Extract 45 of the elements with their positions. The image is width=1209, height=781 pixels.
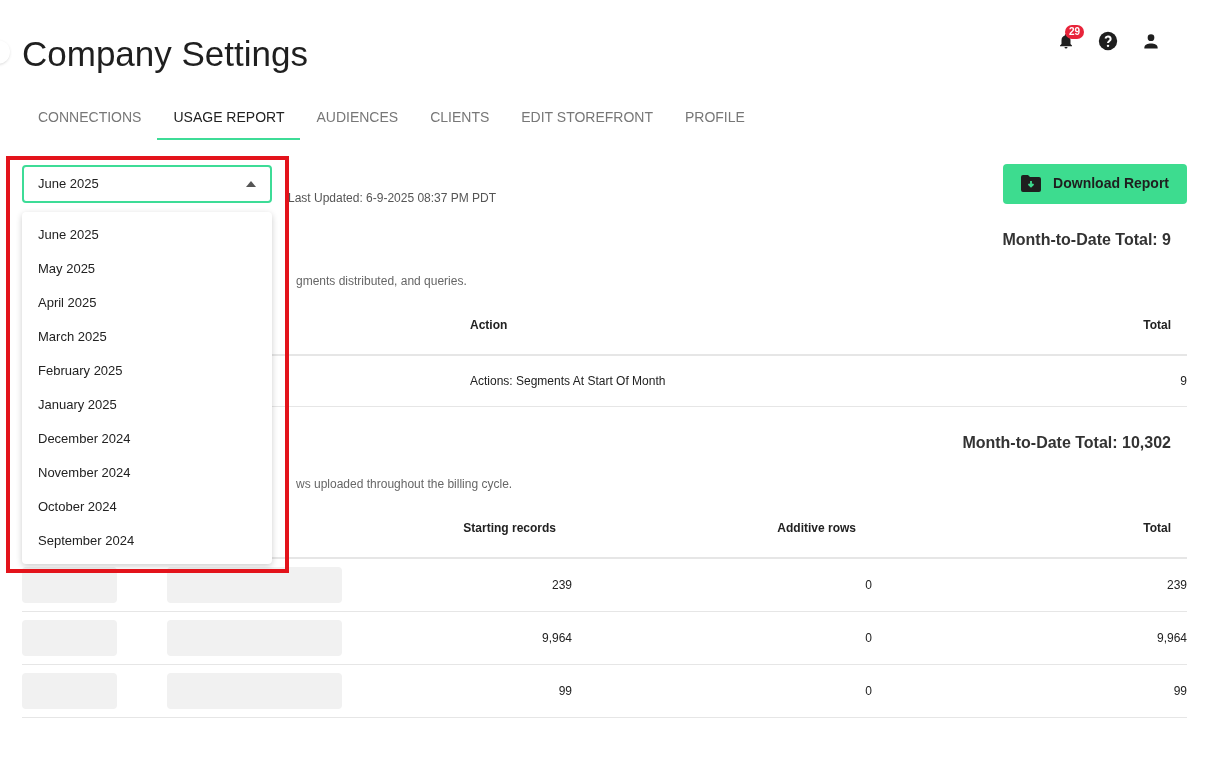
folder-download-icon [1021,175,1042,192]
table-cell: 0 [865,577,872,592]
page-title: Company Settings [22,33,308,75]
help-icon[interactable] [1097,30,1119,52]
month-option[interactable]: October 2024 [22,490,272,524]
month-option[interactable]: September 2024 [22,524,272,558]
table-cell: 0 [865,630,872,645]
column-header: Additive rows [777,520,856,535]
tab[interactable]: PROFILE [669,106,761,140]
month-to-date-total: Month-to-Date Total: 10,302 [962,432,1171,453]
download-report-button[interactable]: Download Report [1003,163,1187,204]
month-option[interactable]: June 2025 [22,218,272,252]
section-description: gments distributed, and queries. [296,273,467,288]
month-option[interactable]: March 2025 [22,320,272,354]
table-cell: 99 [1173,683,1187,698]
user-icon[interactable] [1141,31,1161,51]
month-option[interactable]: April 2025 [22,286,272,320]
tab[interactable]: CONNECTIONS [22,106,158,140]
notification-badge: 29 [1065,25,1085,39]
month-select[interactable]: June 2025 [22,164,272,203]
column-header: Starting records [463,520,556,535]
section-description: ws uploaded throughout the billing cycle. [296,476,513,491]
table-cell: Actions: Segments At Start Of Month [470,373,666,388]
month-option[interactable]: May 2025 [22,252,272,286]
month-option[interactable]: November 2024 [22,456,272,490]
table-cell: 0 [865,683,872,698]
column-header: Total [1143,317,1171,332]
table-cell: 239 [551,577,572,592]
table-cell: 239 [1166,577,1187,592]
table-cell: 9,964 [1156,630,1187,645]
month-option[interactable]: February 2025 [22,354,272,388]
caret-icon [246,180,256,187]
table-cell: 9 [1180,373,1187,388]
tab[interactable]: USAGE REPORT [157,106,301,140]
column-header: Total [1143,520,1171,535]
column-header: Action [470,317,508,332]
tab[interactable]: CLIENTS [414,106,506,140]
last-updated-text: Last Updated: 6-9-2025 08:37 PM PDT [288,189,497,207]
month-to-date-total: Month-to-Date Total: 9 [1002,229,1171,250]
tab[interactable]: AUDIENCES [300,106,415,140]
table-cell: 99 [558,683,572,698]
month-option[interactable]: January 2025 [22,388,272,422]
month-option[interactable]: December 2024 [22,422,272,456]
table-cell: 9,964 [541,630,572,645]
tab[interactable]: EDIT STOREFRONT [505,106,669,140]
